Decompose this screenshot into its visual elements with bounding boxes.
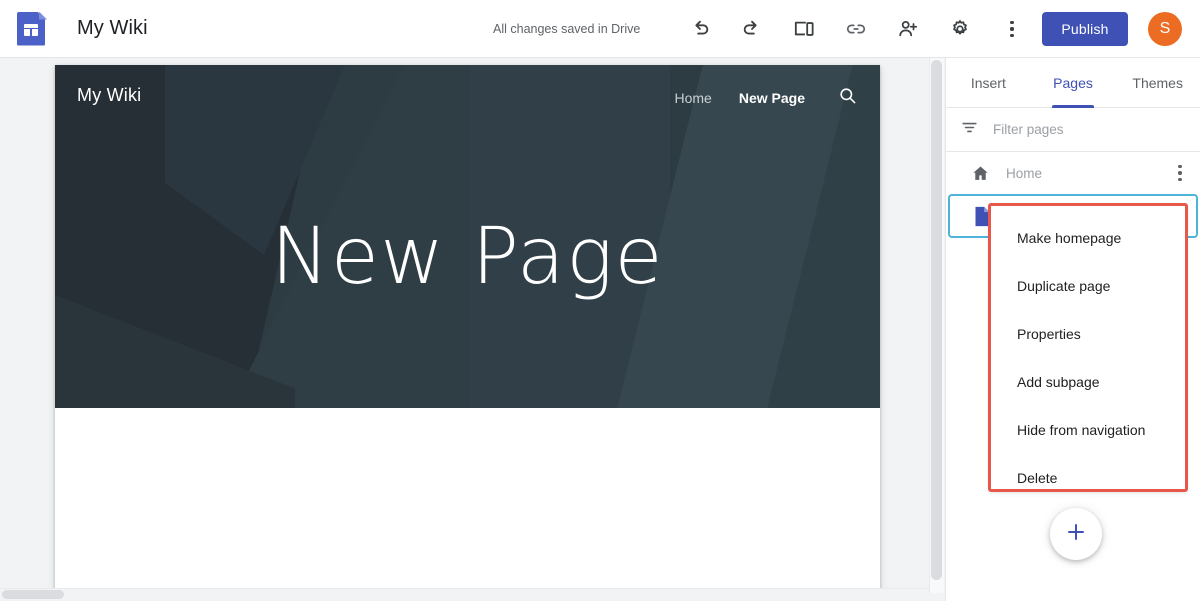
menu-item-add-subpage[interactable]: Add subpage [991,358,1185,406]
app-toolbar: My Wiki All changes saved in Drive [0,0,1200,58]
editor-horizontal-scrollbar-thumb[interactable] [2,590,64,599]
editor-canvas: My Wiki Home New Page New Page [0,58,945,601]
toolbar-icon-group [682,0,1042,58]
link-icon [845,18,867,40]
redo-button[interactable] [734,11,770,47]
page-context-menu: Make homepage Duplicate page Properties … [991,206,1185,489]
save-status-text: All changes saved in Drive [493,22,640,36]
settings-button[interactable] [942,11,978,47]
tab-pages[interactable]: Pages [1031,58,1116,108]
page-content-area[interactable] [55,408,880,595]
preview-button[interactable] [786,11,822,47]
site-logo-title[interactable]: My Wiki [77,85,141,106]
menu-item-hide-from-navigation[interactable]: Hide from navigation [991,406,1185,454]
share-button[interactable] [890,11,926,47]
menu-item-properties[interactable]: Properties [991,310,1185,358]
editor-horizontal-scrollbar-track[interactable] [0,588,929,601]
search-icon [838,86,857,110]
filter-icon [960,118,979,142]
home-icon [970,164,990,183]
preview-device-icon [793,19,815,39]
page-list-item-label: Home [1006,166,1042,181]
more-options-button[interactable] [994,11,1030,47]
menu-item-duplicate-page[interactable]: Duplicate page [991,262,1185,310]
page-icon [972,206,992,227]
tab-themes[interactable]: Themes [1115,58,1200,108]
more-vertical-icon [1178,165,1182,182]
plus-icon [1064,520,1088,549]
site-banner[interactable]: My Wiki Home New Page New Page [55,65,880,408]
site-search-button[interactable] [836,87,858,109]
copy-link-button[interactable] [838,11,874,47]
filter-pages-input[interactable]: Filter pages [946,108,1200,152]
avatar[interactable]: S [1148,12,1182,46]
filter-pages-placeholder: Filter pages [993,122,1064,137]
menu-item-make-homepage[interactable]: Make homepage [991,214,1185,262]
site-page-card: My Wiki Home New Page New Page [55,65,880,595]
publish-button[interactable]: Publish [1042,12,1128,46]
gear-icon [949,18,971,40]
site-navigation: Home New Page [675,87,859,109]
document-title[interactable]: My Wiki [77,17,148,40]
google-sites-icon[interactable] [17,12,47,46]
tab-insert[interactable]: Insert [946,58,1031,108]
banner-shape [55,295,295,408]
redo-icon [741,18,763,40]
page-list-item-home[interactable]: Home [946,152,1200,194]
nav-item-new-page[interactable]: New Page [739,90,805,106]
panel-tab-bar: Insert Pages Themes [946,58,1200,108]
page-row-more-button[interactable] [1170,160,1190,186]
add-person-icon [897,18,919,40]
page-headline[interactable]: New Page [55,218,880,296]
editor-vertical-scrollbar-thumb[interactable] [931,60,942,580]
add-page-button[interactable] [1050,508,1102,560]
undo-button[interactable] [682,11,718,47]
more-vertical-icon [1010,21,1014,38]
menu-item-delete[interactable]: Delete [991,454,1185,502]
nav-item-home[interactable]: Home [675,90,712,106]
undo-icon [689,18,711,40]
